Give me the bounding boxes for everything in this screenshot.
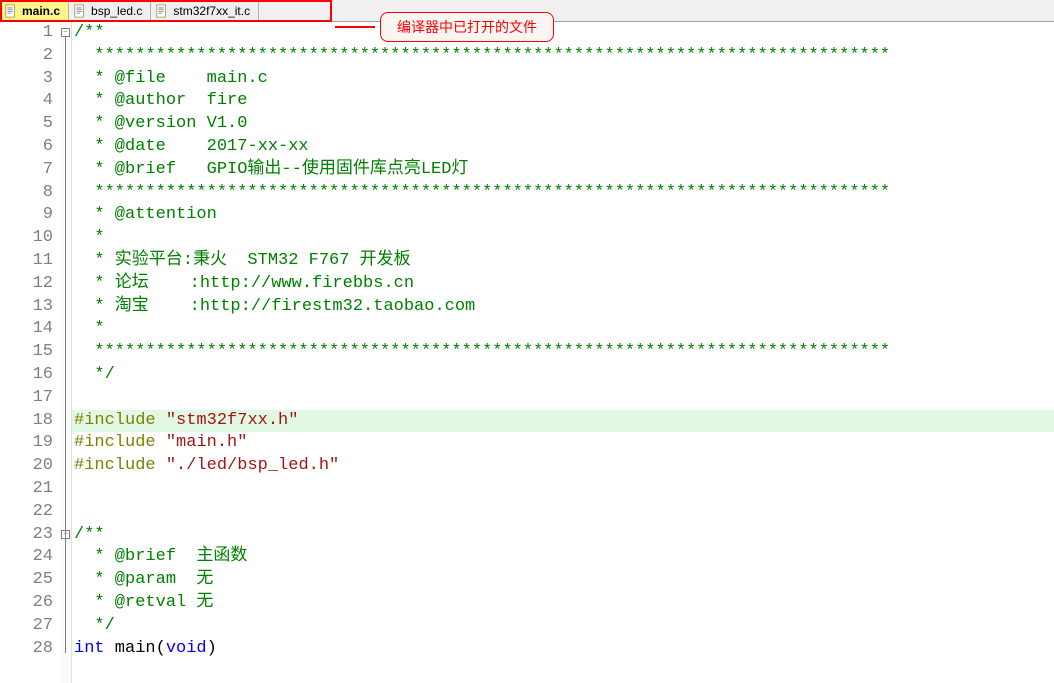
tab-label: bsp_led.c xyxy=(91,4,142,18)
fold-column: −− xyxy=(60,22,72,683)
tab-stm32f7xx_it-c[interactable]: stm32f7xx_it.c xyxy=(151,0,259,21)
code-line: #include "stm32f7xx.h" xyxy=(72,410,1054,433)
file-icon xyxy=(155,4,169,18)
tab-main-c[interactable]: main.c xyxy=(0,0,69,21)
code-line: * @retval 无 xyxy=(72,592,1054,615)
code-line: * @author fire xyxy=(72,90,1054,113)
code-line: * 淘宝 :http://firestm32.taobao.com xyxy=(72,296,1054,319)
tab-label: main.c xyxy=(22,4,60,18)
code-line: * @version V1.0 xyxy=(72,113,1054,136)
code-area[interactable]: /** ************************************… xyxy=(72,22,1054,683)
code-line: * @attention xyxy=(72,204,1054,227)
line-number-gutter: 1234567891011121314151617181920212223242… xyxy=(0,22,60,683)
code-line: * xyxy=(72,227,1054,250)
code-line: * @date 2017-xx-xx xyxy=(72,136,1054,159)
code-line: #include "main.h" xyxy=(72,432,1054,455)
code-line: /** xyxy=(72,524,1054,547)
tab-label: stm32f7xx_it.c xyxy=(173,4,250,18)
file-icon xyxy=(73,4,87,18)
callout-text: 编译器中已打开的文件 xyxy=(380,12,554,42)
file-icon xyxy=(4,4,18,18)
code-line: * 论坛 :http://www.firebbs.cn xyxy=(72,273,1054,296)
code-line: * @brief GPIO输出--使用固件库点亮LED灯 xyxy=(72,159,1054,182)
code-line xyxy=(72,501,1054,524)
code-line: */ xyxy=(72,615,1054,638)
code-line: ****************************************… xyxy=(72,182,1054,205)
code-line: int main(void) xyxy=(72,638,1054,661)
callout: 编译器中已打开的文件 xyxy=(380,12,554,42)
code-line: ****************************************… xyxy=(72,341,1054,364)
code-line xyxy=(72,478,1054,501)
code-line: * @param 无 xyxy=(72,569,1054,592)
code-line: #include "./led/bsp_led.h" xyxy=(72,455,1054,478)
callout-leader-line xyxy=(335,26,375,28)
code-line: */ xyxy=(72,364,1054,387)
code-line: /** xyxy=(72,22,1054,45)
code-line: ****************************************… xyxy=(72,45,1054,68)
code-line: * @file main.c xyxy=(72,68,1054,91)
code-line: * xyxy=(72,318,1054,341)
tab-bsp_led-c[interactable]: bsp_led.c xyxy=(69,0,151,21)
code-line: * 实验平台:秉火 STM32 F767 开发板 xyxy=(72,250,1054,273)
code-line xyxy=(72,387,1054,410)
code-line: * @brief 主函数 xyxy=(72,546,1054,569)
code-editor[interactable]: 1234567891011121314151617181920212223242… xyxy=(0,22,1054,683)
fold-toggle-icon[interactable]: − xyxy=(61,28,70,37)
